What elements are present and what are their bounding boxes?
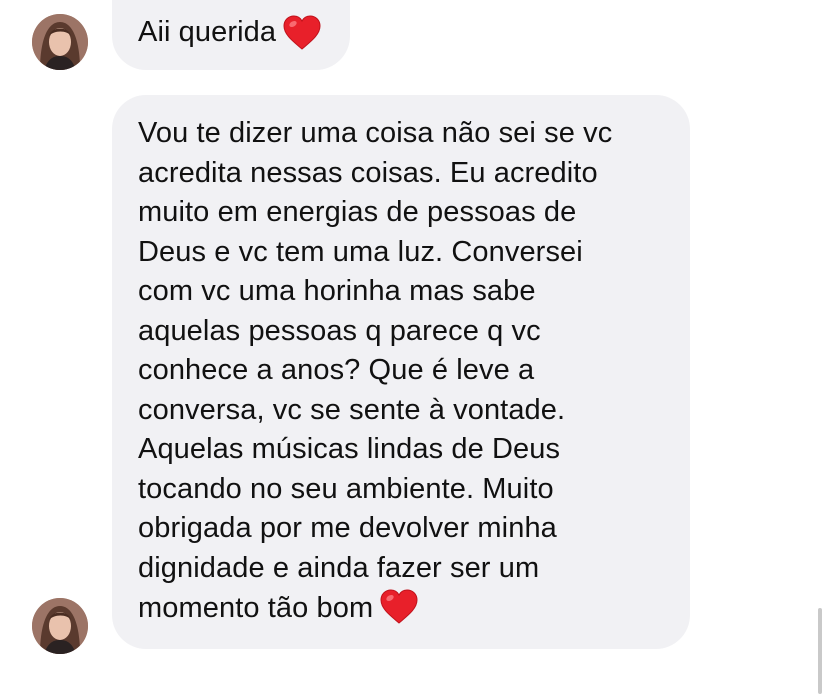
message-line: aquelas pessoas q parece q vc xyxy=(138,314,541,347)
scrollbar[interactable] xyxy=(818,608,822,694)
message-line: acredita nessas coisas. Eu acredito xyxy=(138,156,598,189)
heart-emoji-icon xyxy=(283,15,321,50)
avatar-photo-icon xyxy=(32,14,88,70)
message-line: Aquelas músicas lindas de Deus xyxy=(138,433,561,465)
sender-avatar[interactable] xyxy=(32,598,88,654)
message-line: com vc uma horinha mas sabe xyxy=(138,275,536,307)
message-line: muito em energias de pessoas de xyxy=(138,196,577,228)
message-line: tocando no seu ambiente. Muito xyxy=(138,472,554,505)
message-bubble[interactable]: Aii querida xyxy=(112,0,351,70)
sender-avatar[interactable] xyxy=(32,14,88,70)
message-text: Aii querida xyxy=(138,16,277,49)
message-line: conhece a anos? Que é leve a xyxy=(138,354,535,386)
chat-thread: Aii querida Vou te dizer uma coisa não s… xyxy=(0,0,828,694)
message-bubble[interactable]: Vou te dizer uma coisa não sei se vc acr… xyxy=(112,95,690,649)
message-line: Deus e vc tem uma luz. Conversei xyxy=(138,235,583,268)
message-line: Vou te dizer uma coisa não sei se vc xyxy=(138,117,613,149)
message-line: momento tão bom xyxy=(138,592,374,624)
message-line: dignidade e ainda fazer ser um xyxy=(138,551,540,584)
heart-emoji-icon xyxy=(380,589,418,624)
message-line: conversa, vc se sente à vontade. xyxy=(138,393,566,426)
message-line: obrigada por me devolver minha xyxy=(138,512,557,544)
message-line-last: momento tão bom xyxy=(138,588,664,629)
avatar-photo-icon xyxy=(32,598,88,654)
